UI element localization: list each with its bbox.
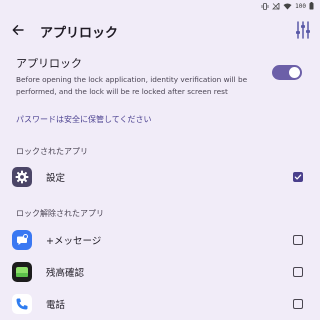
app-row-balance[interactable]: 残高確認 (0, 256, 320, 288)
app-lock-switch[interactable] (272, 65, 302, 80)
locked-apps-header: ロックされたアプリ (16, 147, 88, 156)
filter-settings-button[interactable] (292, 18, 314, 42)
status-bar: 100 (0, 0, 320, 12)
app-row-phone[interactable]: 電話 (0, 288, 320, 320)
vibrate-icon (261, 2, 269, 10)
page-title: アプリロック (40, 26, 119, 41)
checkbox-settings[interactable] (293, 172, 303, 182)
checkbox-balance[interactable] (293, 267, 303, 277)
app-label-phone: 電話 (46, 300, 66, 311)
app-label-messages: +メッセージ (46, 236, 102, 247)
tune-icon (296, 21, 310, 39)
gear-icon (12, 167, 32, 187)
app-label-settings: 設定 (46, 173, 66, 184)
app-label-balance: 残高確認 (46, 268, 85, 279)
battery-icon (309, 2, 314, 10)
app-lock-title: アプリロック (16, 57, 82, 70)
message-icon (12, 230, 32, 250)
app-row-messages[interactable]: +メッセージ (0, 224, 320, 256)
check-icon (294, 174, 302, 180)
arrow-left-icon (12, 25, 24, 35)
switch-knob (289, 67, 300, 78)
app-lock-description: Before opening the lock application, ide… (16, 75, 248, 96)
status-icons: 100 (261, 2, 314, 10)
app-lock-toggle-row[interactable]: アプリロック Before opening the lock applicati… (16, 55, 312, 98)
phone-icon (12, 294, 32, 314)
password-hint: パスワードは安全に保管してください (16, 115, 152, 124)
unlocked-apps-header: ロック解除されたアプリ (16, 209, 104, 218)
checkbox-phone[interactable] (293, 299, 303, 309)
battery-level: 100 (295, 2, 306, 10)
wifi-icon (283, 3, 292, 9)
checkbox-messages[interactable] (293, 235, 303, 245)
balance-icon (12, 262, 32, 282)
back-button[interactable] (8, 20, 28, 40)
app-bar: アプリロック (0, 14, 320, 46)
app-row-settings[interactable]: 設定 (0, 161, 320, 193)
no-signal-icon (272, 2, 280, 10)
